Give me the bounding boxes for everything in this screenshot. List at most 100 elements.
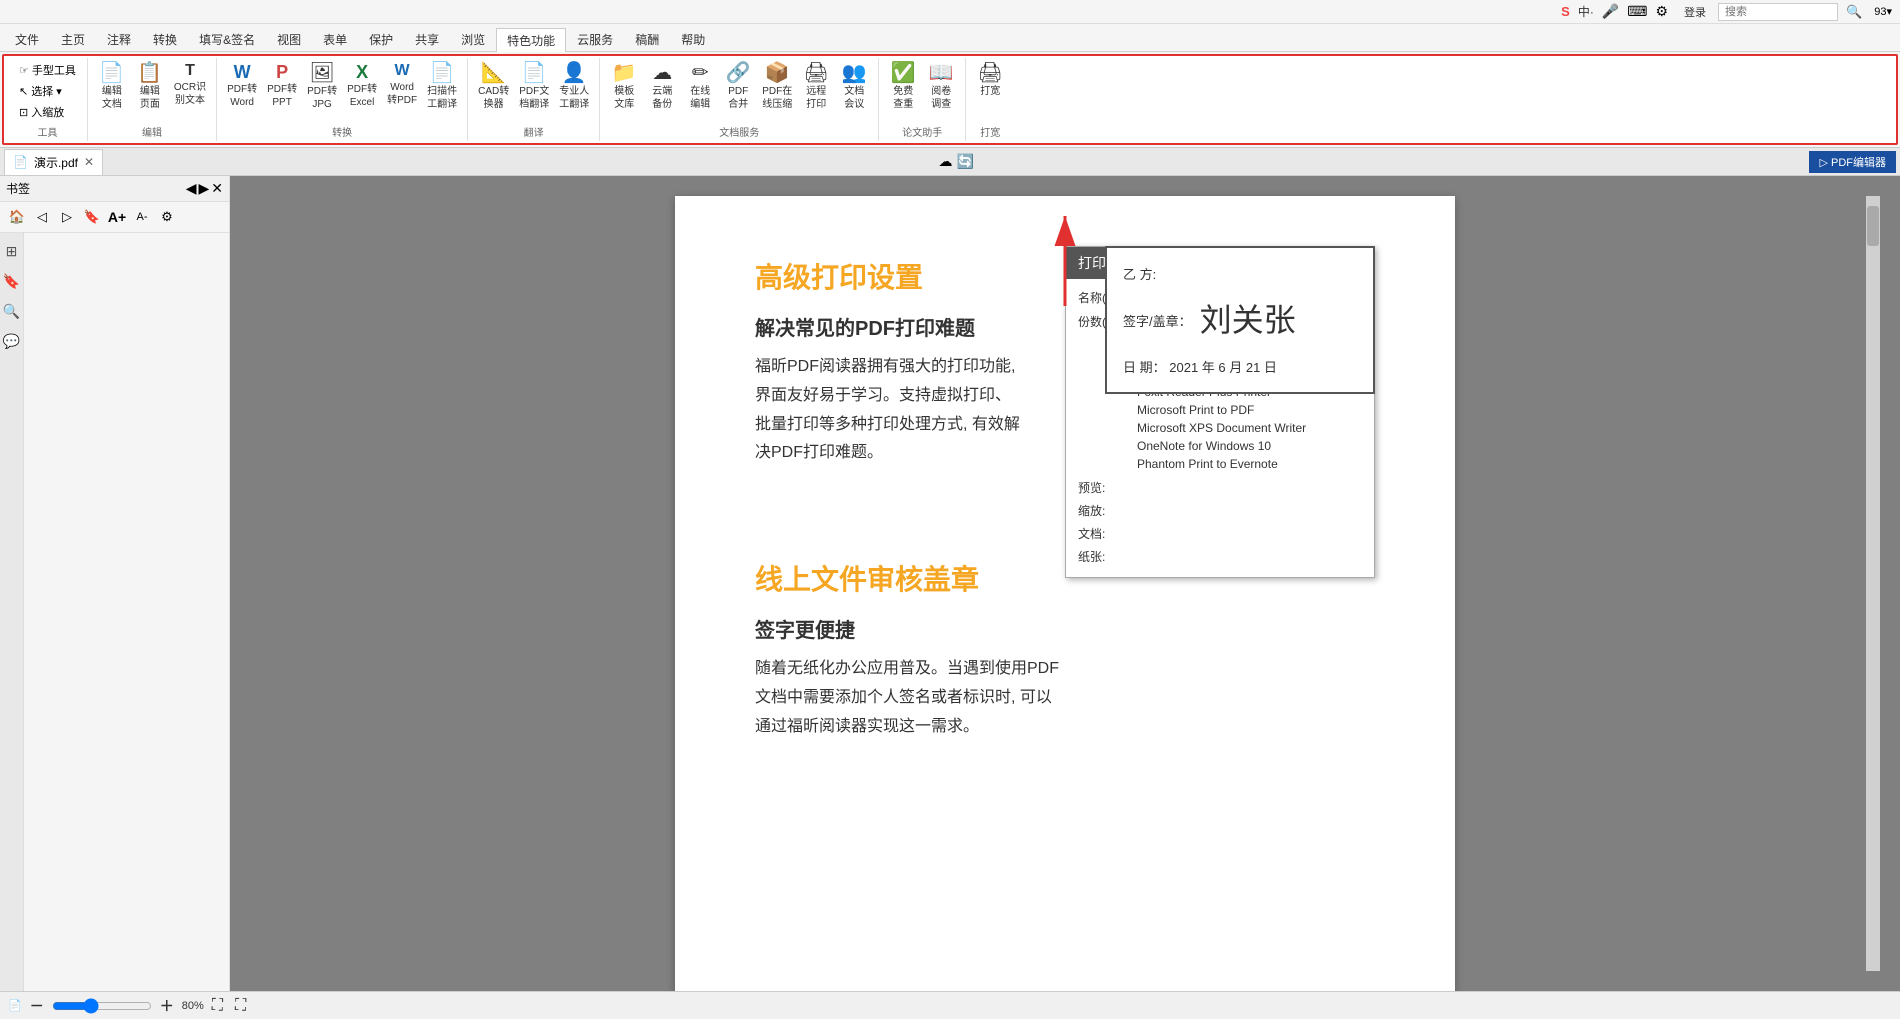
tab-browser[interactable]: 浏览 <box>450 27 496 51</box>
doc-tab-close-btn[interactable]: ✕ <box>84 156 94 168</box>
print-paper-row: 纸张: <box>1078 546 1362 565</box>
sidebar-font-up-btn[interactable]: A+ <box>106 206 128 228</box>
pdf-to-word-btn[interactable]: W PDF转Word <box>223 60 261 112</box>
top-bar-right: S 中· 🎤 ⌨ ⚙ 登录 🔍 93▾ <box>1561 3 1892 21</box>
template-lib-btn[interactable]: 📁 模板文库 <box>606 60 642 114</box>
sidebar-font-down-btn[interactable]: A- <box>131 206 153 228</box>
cad-convert-btn[interactable]: 📐 CAD转换器 <box>474 60 513 114</box>
sidebar-back-btn[interactable]: ◁ <box>31 206 53 228</box>
pro-translate-btn[interactable]: 👤 专业人工翻译 <box>555 60 593 114</box>
hand-icon: ☞ <box>19 64 29 77</box>
panel-bookmark-btn[interactable]: 🔖 <box>2 271 22 291</box>
printer-onenote[interactable]: OneNote for Windows 10 <box>1133 437 1362 455</box>
select-label: 选择 ▾ <box>31 83 62 99</box>
print-doc-row: 文档: <box>1078 523 1362 542</box>
remote-print-btn[interactable]: 🖨 远程打印 <box>798 60 834 114</box>
sidebar-settings-btn[interactable]: ⚙ <box>156 206 178 228</box>
tab-fill-sign[interactable]: 填写&签名 <box>188 27 266 51</box>
panel-comment-btn[interactable]: 💬 <box>2 331 22 351</box>
tab-protect[interactable]: 保护 <box>358 27 404 51</box>
settings-icon[interactable]: ⚙ <box>1655 3 1668 20</box>
tab-member[interactable]: 稿酬 <box>624 27 670 51</box>
zoom-slider[interactable] <box>52 998 152 1014</box>
shrink-btn[interactable]: ⊡ 入缩放 <box>14 102 81 122</box>
cloud-backup-icon: ☁ <box>652 63 672 83</box>
tab-special[interactable]: 特色功能 <box>496 28 566 52</box>
hand-tool-btn[interactable]: ☞ 手型工具 <box>14 60 81 80</box>
print-wide-btn[interactable]: 🖨 打宽 <box>972 60 1008 101</box>
online-edit-btn[interactable]: ✏ 在线编辑 <box>682 60 718 114</box>
zoom-out-btn[interactable]: － <box>30 996 44 1016</box>
read-check-btn[interactable]: 📖 阅卷调查 <box>923 60 959 114</box>
sidebar-home-btn[interactable]: 🏠 <box>6 206 28 228</box>
search-input[interactable] <box>1718 3 1838 21</box>
keyboard-icon[interactable]: ⌨ <box>1627 3 1647 20</box>
tab-cloud[interactable]: 云服务 <box>566 27 624 51</box>
tab-share[interactable]: 共享 <box>404 27 450 51</box>
edit-page-btn[interactable]: 📋 编辑页面 <box>132 60 168 114</box>
scrollbar-thumb[interactable] <box>1867 206 1879 246</box>
word-to-pdf-label: Word转PDF <box>387 81 417 107</box>
pdf-to-excel-btn[interactable]: X PDF转Excel <box>343 60 381 112</box>
panel-thumbnail-btn[interactable]: ⊞ <box>2 241 22 261</box>
pdf-merge-label: PDF合并 <box>728 85 748 111</box>
cloud-backup-btn[interactable]: ☁ 云端备份 <box>644 60 680 114</box>
free-check-label: 免费查重 <box>893 85 913 111</box>
pdf-translate-btn[interactable]: 📄 PDF文档翻译 <box>515 60 553 114</box>
tab-help[interactable]: 帮助 <box>670 27 716 51</box>
pdf-compress-btn[interactable]: 📦 PDF在线压缩 <box>758 60 796 114</box>
doc-meeting-btn[interactable]: 👥 文档会议 <box>836 60 872 114</box>
free-check-btn[interactable]: ✅ 免费查重 <box>885 60 921 114</box>
doc-tab[interactable]: 📄 演示.pdf ✕ <box>4 149 103 175</box>
mic-icon[interactable]: 🎤 <box>1602 3 1619 20</box>
pdf-merge-btn[interactable]: 🔗 PDF合并 <box>720 60 756 114</box>
pdf-to-ppt-btn[interactable]: P PDF转PPT <box>263 60 301 112</box>
login-btn[interactable]: 登录 <box>1684 4 1706 20</box>
printer-ms-xps[interactable]: Microsoft XPS Document Writer <box>1133 419 1362 437</box>
sidebar-prev-btn[interactable]: ◀ <box>186 180 197 197</box>
sync-icon[interactable]: 🔄 <box>957 153 974 170</box>
select-btn[interactable]: ↖ 选择 ▾ <box>14 81 81 101</box>
tab-convert[interactable]: 转换 <box>142 27 188 51</box>
pdf-editor-btn[interactable]: ▷ PDF编辑器 <box>1809 151 1896 173</box>
fit-page-btn[interactable]: ⛶ <box>212 997 223 1015</box>
pdf-to-jpg-btn[interactable]: 🖼 PDF转JPG <box>303 60 341 114</box>
tab-comment[interactable]: 注释 <box>96 27 142 51</box>
sidebar-forward-btn[interactable]: ▷ <box>56 206 78 228</box>
printer-ms-pdf[interactable]: Microsoft Print to PDF <box>1133 401 1362 419</box>
sidebar-next-btn[interactable]: ▶ <box>198 180 209 197</box>
zoom-in-btn[interactable]: ＋ <box>160 996 174 1016</box>
tab-form[interactable]: 表单 <box>312 27 358 51</box>
page-info: 📄 <box>8 999 22 1012</box>
scrollbar[interactable] <box>1866 196 1880 971</box>
printer-phantom-evernote[interactable]: Phantom Print to Evernote <box>1133 455 1362 473</box>
word-to-pdf-btn[interactable]: W Word转PDF <box>383 60 421 110</box>
tab-home[interactable]: 主页 <box>50 27 96 51</box>
tab-view[interactable]: 视图 <box>266 27 312 51</box>
sidebar-nav-btns: ◀ ▶ ✕ <box>186 180 223 197</box>
panel-search-btn[interactable]: 🔍 <box>2 301 22 321</box>
sidebar-close-btn[interactable]: ✕ <box>211 180 223 197</box>
read-check-icon: 📖 <box>929 63 954 83</box>
fullscreen-btn[interactable]: ⛶ <box>235 997 246 1015</box>
tool-group-label: 工具 <box>37 124 57 141</box>
cloud-icon[interactable]: ☁ <box>939 153 953 170</box>
search-icon[interactable]: 🔍 <box>1846 4 1862 20</box>
ribbon-container: 文件 主页 注释 转换 填写&签名 视图 表单 保护 共享 浏览 特色功能 云服… <box>0 24 1900 148</box>
edit-doc-label: 编辑文档 <box>102 85 122 111</box>
scan-file-btn[interactable]: 📄 扫描件工翻译 <box>423 60 461 114</box>
print-preview-row: 预览: <box>1078 477 1362 496</box>
tab-file[interactable]: 文件 <box>4 27 50 51</box>
sidebar-bookmark-btn[interactable]: 🔖 <box>81 206 103 228</box>
pdf-translate-label: PDF文档翻译 <box>519 85 549 111</box>
left-sidebar: 书签 ◀ ▶ ✕ 🏠 ◁ ▷ 🔖 A+ A- ⚙ ⊞ 🔖 🔍 💬 <box>0 176 230 991</box>
convert-buttons: W PDF转Word P PDF转PPT 🖼 PDF转JPG X PDF转Exc… <box>221 58 463 124</box>
translate-group-label: 翻译 <box>524 124 544 141</box>
main-area: 书签 ◀ ▶ ✕ 🏠 ◁ ▷ 🔖 A+ A- ⚙ ⊞ 🔖 🔍 💬 <box>0 176 1900 991</box>
sidebar-body: ⊞ 🔖 🔍 💬 <box>0 233 229 991</box>
edit-buttons: 📄 编辑文档 📋 编辑页面 T OCR识别文本 <box>92 58 212 124</box>
ocr-label: OCR识别文本 <box>174 81 206 107</box>
ocr-btn[interactable]: T OCR识别文本 <box>170 60 210 110</box>
cloud-icon-area: ☁ 🔄 <box>939 153 974 170</box>
edit-doc-btn[interactable]: 📄 编辑文档 <box>94 60 130 114</box>
